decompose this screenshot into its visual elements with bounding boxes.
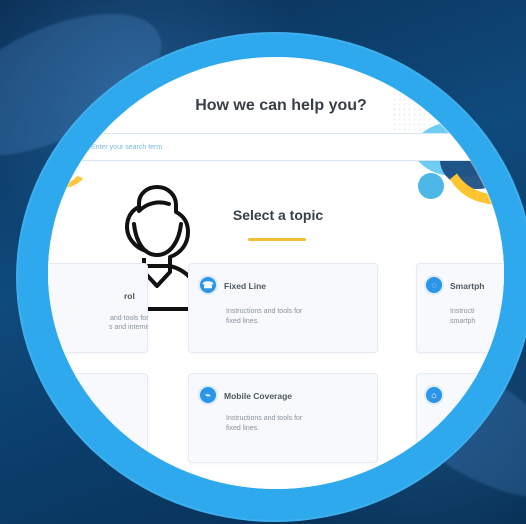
topic-card-mobile-coverage[interactable]: ⌁ Mobile Coverage Instructions and tools… bbox=[188, 373, 378, 463]
topic-card-title: rol bbox=[124, 291, 135, 301]
topic-card-description: s and internet. bbox=[109, 324, 148, 331]
magnifier-lens: How we can help you? Enter your search t… bbox=[48, 57, 504, 489]
help-center-page: How we can help you? Enter your search t… bbox=[48, 57, 504, 489]
search-input-placeholder: Enter your search term bbox=[91, 143, 163, 151]
section-underline bbox=[248, 238, 306, 241]
topic-card-title: Mobile Coverage bbox=[224, 391, 293, 401]
topic-card-description: fixed lines. bbox=[226, 318, 260, 325]
topic-card-description: Instructions and tools for bbox=[226, 415, 303, 422]
topic-card-description: Instructi bbox=[450, 308, 475, 315]
topic-card-title: Fixed Line bbox=[224, 281, 267, 291]
topic-card-title: Smartph bbox=[450, 281, 485, 291]
topic-card-description: and tools for bbox=[110, 315, 148, 322]
smartphone-icon: ◌ bbox=[426, 277, 442, 293]
section-title: Select a topic bbox=[232, 207, 324, 223]
topic-card-description: smartph bbox=[450, 318, 476, 325]
search-bar[interactable]: Enter your search term bbox=[66, 133, 486, 161]
topic-card-smartphone[interactable]: ◌ Smartph Instructi smartph bbox=[416, 263, 504, 353]
promo-scene: How we can help you? Enter your search t… bbox=[0, 0, 526, 524]
blue-circle-decoration bbox=[418, 173, 444, 199]
topic-card-home[interactable]: ⌂ bbox=[416, 373, 504, 463]
phone-icon: ☎ bbox=[200, 277, 216, 293]
search-icon bbox=[75, 142, 85, 152]
page-title: How we can help you? bbox=[195, 97, 367, 114]
topic-card-description: fixed lines. bbox=[226, 425, 260, 432]
topic-card[interactable]: rol and tools for s and internet. bbox=[48, 263, 148, 353]
topic-card-fixed-line[interactable]: ☎ Fixed Line Instructions and tools for … bbox=[188, 263, 378, 353]
home-icon: ⌂ bbox=[426, 387, 442, 403]
topic-card-description: Instructions and tools for bbox=[226, 308, 303, 315]
topic-card[interactable] bbox=[48, 373, 148, 463]
signal-icon: ⌁ bbox=[200, 387, 216, 403]
